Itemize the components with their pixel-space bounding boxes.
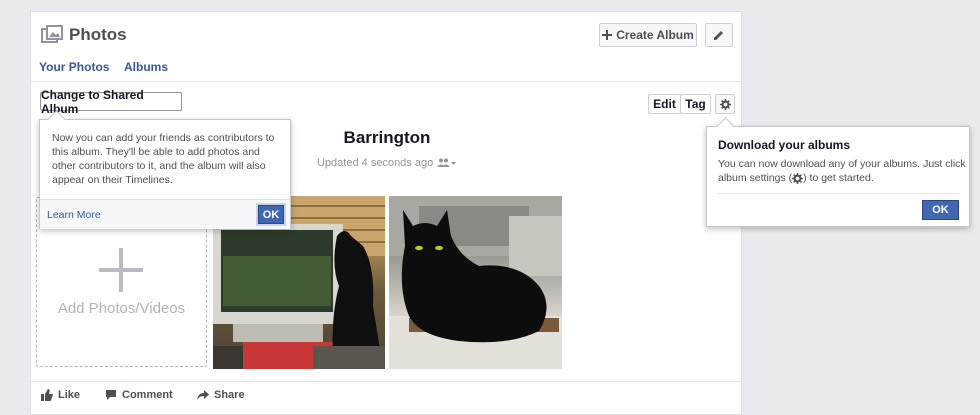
tab-albums[interactable]: Albums	[124, 60, 168, 74]
share-arrow-icon	[197, 390, 209, 400]
share-button[interactable]: Share	[197, 389, 245, 401]
gear-icon	[792, 172, 804, 184]
tag-button[interactable]: Tag	[680, 94, 711, 114]
thumbs-up-icon	[41, 389, 53, 401]
audience-friends-icon[interactable]	[437, 158, 457, 168]
divider	[31, 81, 741, 82]
download-text-after: ) to get started.	[803, 172, 874, 184]
share-label: Share	[214, 389, 245, 401]
like-label: Like	[58, 389, 81, 401]
album-updated: Updated 4 seconds ago	[317, 157, 457, 169]
learn-more-link[interactable]: Learn More	[47, 209, 101, 221]
change-to-shared-album-button[interactable]: Change to Shared Album	[40, 88, 182, 116]
tooltip-footer: Learn More OK	[40, 199, 290, 229]
tooltip-separator	[718, 193, 960, 194]
album-settings-button[interactable]	[715, 94, 735, 114]
download-albums-ok-button[interactable]: OK	[922, 200, 959, 220]
edit-button[interactable]: Edit	[648, 94, 681, 114]
add-plus-icon	[99, 248, 143, 292]
tab-your-photos[interactable]: Your Photos	[39, 60, 109, 74]
gear-icon	[719, 98, 731, 110]
download-albums-tooltip: Download your albums You can now downloa…	[706, 117, 970, 227]
plus-icon	[602, 30, 613, 40]
photo-cat-chair-image	[389, 196, 562, 369]
actions-divider	[31, 381, 741, 382]
comment-button[interactable]: Comment	[105, 389, 173, 401]
updated-text: Updated 4 seconds ago	[317, 157, 434, 169]
download-albums-text: You can now download any of your albums.…	[718, 157, 966, 185]
like-button[interactable]: Like	[41, 389, 80, 401]
create-album-button[interactable]: Create Album	[599, 23, 697, 47]
create-album-label: Create Album	[616, 28, 694, 42]
pencil-icon	[714, 31, 723, 40]
shared-album-tooltip-text: Now you can add your friends as contribu…	[52, 132, 275, 186]
shared-album-ok-button[interactable]: OK	[258, 205, 284, 224]
download-albums-title: Download your albums	[718, 138, 851, 152]
add-photos-videos-label: Add Photos/Videos	[57, 300, 186, 317]
comment-label: Comment	[122, 389, 173, 401]
album-photo-cat-chair[interactable]	[389, 196, 562, 369]
page-title: Photos	[69, 25, 127, 44]
photos-icon	[41, 25, 63, 43]
edit-pencil-button[interactable]	[705, 23, 733, 47]
comment-icon	[106, 390, 116, 400]
shared-album-tooltip: Now you can add your friends as contribu…	[39, 110, 291, 229]
